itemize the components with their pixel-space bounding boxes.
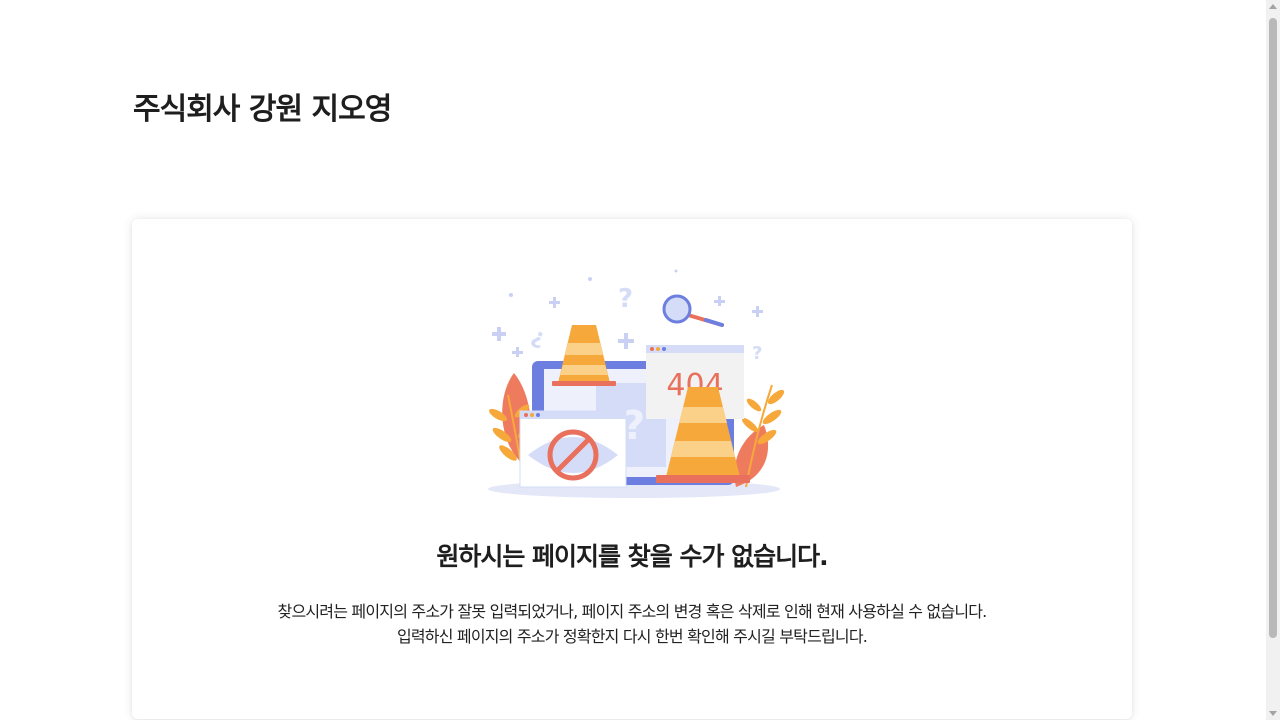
scroll-down-arrow-icon[interactable] — [1269, 711, 1277, 716]
404-error-illustration-icon: ? ? ? ? 404 — [488, 269, 784, 498]
error-description-line-1: 찾으시려는 페이지의 주소가 잘못 입력되었거나, 페이지 주소의 변경 혹은 … — [277, 602, 988, 621]
company-title: 주식회사 강원 지오영 — [133, 92, 392, 127]
question-mark-deco-1: ? — [618, 284, 633, 314]
error-card: ? ? ? ? 404 원하시는 페이지를 찾을 수가 없습니다. 찾으시려는 … — [132, 219, 1132, 719]
question-mark-deco-2: ? — [528, 324, 549, 352]
error-description-line-2: 입력하신 페이지의 주소가 정확한지 다시 한번 확인해 주시길 부탁드립니다. — [396, 627, 868, 646]
magnifier-icon — [662, 294, 724, 327]
scroll-up-arrow-icon[interactable] — [1269, 4, 1277, 9]
scrollbar-thumb[interactable] — [1269, 18, 1277, 638]
error-heading: 원하시는 페이지를 찾을 수가 없습니다. — [436, 542, 828, 571]
error-description: 찾으시려는 페이지의 주소가 잘못 입력되었거나, 페이지 주소의 변경 혹은 … — [132, 599, 1132, 649]
traffic-cone-small — [552, 325, 616, 386]
question-mark-deco-3: ? — [752, 343, 762, 364]
vertical-scrollbar[interactable] — [1266, 0, 1280, 720]
page: 주식회사 강원 지오영 ? ? ? ? 404 원하시는 페이지를 찾을 수가 … — [0, 0, 1266, 720]
